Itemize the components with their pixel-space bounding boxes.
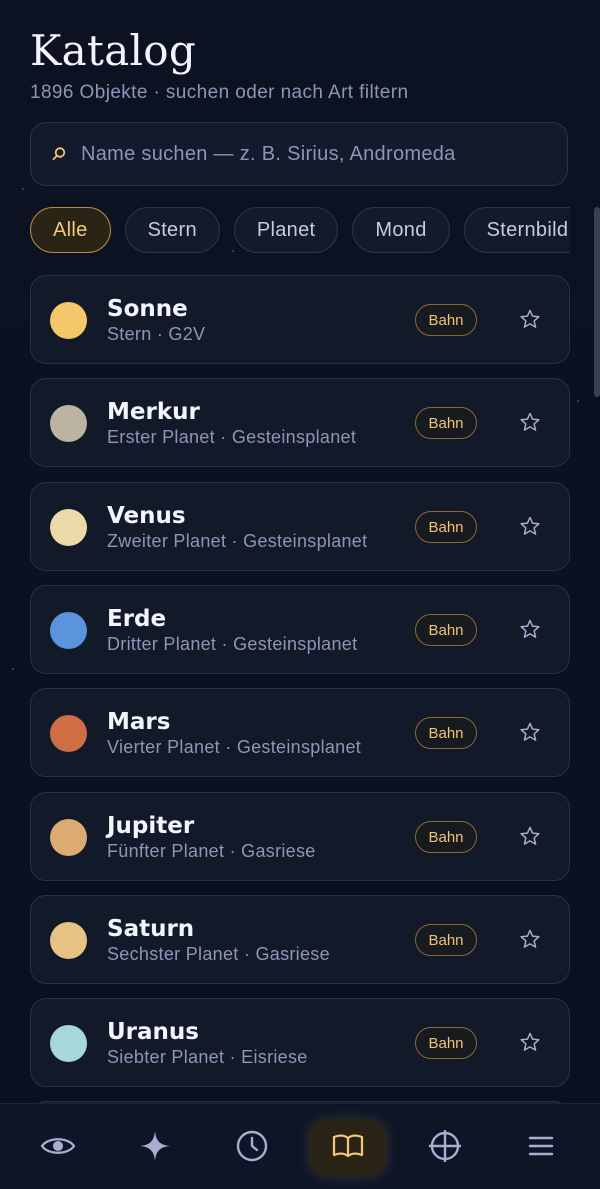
page-subtitle: 1896 Objekte · suchen oder nach Art filt…	[30, 82, 409, 103]
nav-catalog-button[interactable]	[310, 1120, 386, 1176]
object-name: Merkur	[107, 399, 200, 425]
background-star	[577, 400, 579, 402]
page-title: Katalog	[30, 26, 197, 75]
orbit-badge[interactable]: Bahn	[415, 614, 477, 646]
object-name: Venus	[107, 503, 186, 529]
nav-sky-button[interactable]	[117, 1120, 193, 1176]
list-item[interactable]: Erde Dritter Planet · Gesteinsplanet Bah…	[30, 585, 570, 674]
crosshair-icon	[428, 1129, 462, 1168]
object-name: Saturn	[107, 916, 195, 942]
list-item[interactable]: Jupiter Fünfter Planet · Gasriese Bahn	[30, 792, 570, 881]
object-color-dot	[50, 1025, 87, 1062]
star-icon[interactable]	[517, 306, 543, 332]
object-name: Uranus	[107, 1019, 199, 1045]
star-icon[interactable]	[517, 719, 543, 745]
object-color-dot	[50, 715, 87, 752]
object-name: Mars	[107, 709, 171, 735]
nav-eye-button[interactable]	[20, 1120, 96, 1176]
bottom-navigation	[0, 1103, 600, 1189]
object-name: Erde	[107, 606, 167, 632]
star-icon[interactable]	[517, 513, 543, 539]
object-subtitle: Vierter Planet · Gesteinsplanet	[107, 737, 362, 757]
page-header: Katalog 1896 Objekte · suchen oder nach …	[30, 24, 570, 104]
nav-menu-button[interactable]	[503, 1120, 579, 1176]
orbit-badge[interactable]: Bahn	[415, 511, 477, 543]
star-icon[interactable]	[517, 926, 543, 952]
object-subtitle: Siebter Planet · Eisriese	[107, 1047, 308, 1067]
search-input[interactable]	[79, 141, 543, 167]
object-name: Jupiter	[107, 813, 195, 839]
object-name: Sonne	[107, 296, 188, 322]
search-box[interactable]	[30, 122, 568, 186]
star-icon[interactable]	[517, 1029, 543, 1055]
object-subtitle: Dritter Planet · Gesteinsplanet	[107, 634, 358, 654]
search-icon	[51, 146, 67, 162]
orbit-badge[interactable]: Bahn	[415, 717, 477, 749]
list-item[interactable]: Saturn Sechster Planet · Gasriese Bahn	[30, 895, 570, 984]
orbit-badge[interactable]: Bahn	[415, 821, 477, 853]
object-subtitle: Stern · G2V	[107, 324, 206, 344]
object-subtitle: Erster Planet · Gesteinsplanet	[107, 427, 357, 447]
star-icon[interactable]	[517, 616, 543, 642]
filter-chip-mond[interactable]: Mond	[352, 207, 450, 253]
orbit-badge[interactable]: Bahn	[415, 924, 477, 956]
object-subtitle: Sechster Planet · Gasriese	[107, 944, 330, 964]
orbit-badge[interactable]: Bahn	[415, 1027, 477, 1059]
object-color-dot	[50, 509, 87, 546]
list-item[interactable]: Merkur Erster Planet · Gesteinsplanet Ba…	[30, 378, 570, 467]
menu-icon	[528, 1135, 554, 1162]
list-item[interactable]: Mars Vierter Planet · Gesteinsplanet Bah…	[30, 688, 570, 777]
nav-time-button[interactable]	[214, 1120, 290, 1176]
list-item[interactable]: Uranus Siebter Planet · Eisriese Bahn	[30, 998, 570, 1087]
filter-chips: Alle Stern Planet Mond Sternbild	[30, 207, 570, 255]
object-color-dot	[50, 405, 87, 442]
orbit-badge[interactable]: Bahn	[415, 407, 477, 439]
clock-icon	[236, 1130, 268, 1167]
filter-chip-sternbild[interactable]: Sternbild	[463, 207, 570, 253]
orbit-badge[interactable]: Bahn	[415, 304, 477, 336]
object-color-dot	[50, 612, 87, 649]
star-icon[interactable]	[517, 823, 543, 849]
scrollbar[interactable]	[594, 207, 600, 397]
background-star	[22, 188, 24, 190]
object-color-dot	[50, 922, 87, 959]
nav-target-button[interactable]	[407, 1120, 483, 1176]
sparkle-icon	[139, 1130, 171, 1167]
object-color-dot	[50, 302, 87, 339]
background-star	[12, 668, 14, 670]
object-color-dot	[50, 819, 87, 856]
filter-chip-planet[interactable]: Planet	[233, 207, 339, 253]
filter-chip-stern[interactable]: Stern	[124, 207, 220, 253]
star-icon[interactable]	[517, 409, 543, 435]
list-item[interactable]: Sonne Stern · G2V Bahn	[30, 275, 570, 364]
eye-icon	[40, 1134, 76, 1163]
list-item[interactable]: Venus Zweiter Planet · Gesteinsplanet Ba…	[30, 482, 570, 571]
object-subtitle: Zweiter Planet · Gesteinsplanet	[107, 531, 368, 551]
book-icon	[332, 1133, 364, 1164]
object-subtitle: Fünfter Planet · Gasriese	[107, 841, 316, 861]
filter-chip-alle[interactable]: Alle	[30, 207, 111, 253]
